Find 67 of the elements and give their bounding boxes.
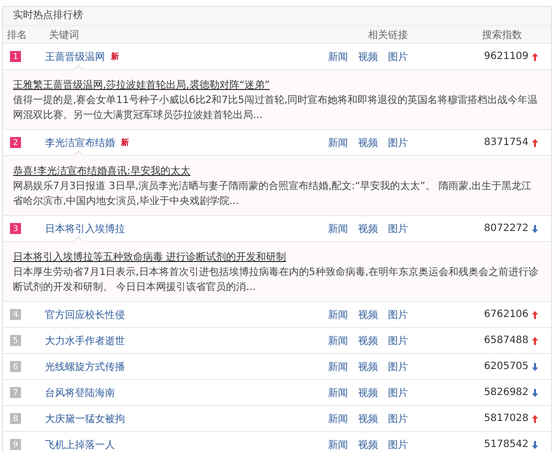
related-link[interactable]: 新闻 — [328, 360, 348, 374]
related-link[interactable]: 图片 — [388, 222, 408, 236]
related-link[interactable]: 新闻 — [328, 438, 348, 452]
keyword-link[interactable]: 日本将引入埃博拉 — [45, 222, 125, 236]
rank-badge: 6 — [10, 361, 21, 372]
new-label: 新 — [111, 51, 119, 62]
panel-title: 实时热点排行榜 — [3, 7, 551, 26]
keyword-link[interactable]: 大力水手作者逝世 — [45, 334, 125, 348]
news-headline-link[interactable]: 日本将引入埃博拉等五种致命病毒 进行诊断试剂的开发和研制 — [13, 250, 541, 265]
keyword-link[interactable]: 王蔷晋级温网 — [45, 50, 105, 64]
news-headline-link[interactable]: 恭喜!李光洁宣布结婚喜讯:早安我的太太 — [13, 164, 541, 179]
rank-badge: 8 — [10, 413, 21, 424]
keyword-link[interactable]: 李光洁宣布结婚 — [45, 136, 115, 150]
news-summary-text: 日本厚生劳动省7月1日表示,日本将首次引进包括埃博拉病毒在内的5种致命病毒,在明年东京奥运会和残奥会之前进行诊断试剂的开发和研制。 今日日本网援引该省官员的消... — [13, 266, 540, 295]
related-link[interactable]: 图片 — [388, 386, 408, 400]
keyword-link[interactable]: 大庆黛一猛女被拘 — [45, 412, 125, 426]
related-link[interactable]: 图片 — [388, 412, 408, 426]
search-index: 9621109 — [484, 51, 529, 62]
search-index: 5178542 — [484, 439, 529, 450]
rank-badge: 9 — [10, 439, 21, 450]
related-link[interactable]: 图片 — [388, 50, 408, 64]
search-index: 8371754 — [484, 137, 529, 148]
keyword-link[interactable]: 台风将登陆海南 — [45, 386, 115, 400]
related-link[interactable]: 视频 — [358, 360, 378, 374]
related-link[interactable]: 新闻 — [328, 222, 348, 236]
related-link[interactable]: 图片 — [388, 438, 408, 452]
related-link[interactable]: 新闻 — [328, 136, 348, 150]
related-link[interactable]: 图片 — [388, 308, 408, 322]
rank-badge: 5 — [10, 335, 21, 346]
keyword-link[interactable]: 官方回应校长性侵 — [45, 308, 125, 322]
news-summary-text: 值得一提的是,赛会女单11号种子小威以6比2和7比5闯过首轮,同时宣布她将和即将退役的英国名将穆雷搭档出战今年温网混双比赛。另一位大满贯冠军球员莎拉波娃首轮出局... — [13, 94, 539, 123]
related-link[interactable]: 视频 — [358, 438, 378, 452]
news-summary-text: 网易娱乐7月3日报道 3日早,演员李光洁晒与妻子隋雨蒙的合照宣布结婚,配文:“早安我的太太”。 隋雨蒙,出生于黑龙江省哈尔滨市,中国内地女演员,毕业于中央戏剧学院... — [13, 180, 533, 209]
column-header: 排名 — [6, 28, 28, 42]
search-index: 5826982 — [484, 387, 529, 398]
search-index: 8072272 — [484, 223, 529, 234]
related-link[interactable]: 新闻 — [328, 308, 348, 322]
related-link[interactable]: 图片 — [388, 136, 408, 150]
column-header: 关键词 — [48, 28, 80, 42]
related-link[interactable]: 视频 — [358, 386, 378, 400]
related-link[interactable]: 视频 — [358, 334, 378, 348]
news-headline-link[interactable]: 王雅繁王蔷晋级温网,莎拉波娃首轮出局,裘德勒对阵“迷弟” — [13, 78, 541, 93]
search-index: 6762106 — [484, 309, 529, 320]
related-link[interactable]: 视频 — [358, 50, 378, 64]
rank-badge: 2 — [10, 137, 21, 148]
related-link[interactable]: 新闻 — [328, 386, 348, 400]
related-link[interactable]: 新闻 — [328, 50, 348, 64]
related-link[interactable]: 新闻 — [328, 334, 348, 348]
search-index: 6205705 — [484, 361, 529, 372]
search-index: 6587488 — [484, 335, 529, 346]
related-link[interactable]: 视频 — [358, 308, 378, 322]
related-link[interactable]: 视频 — [358, 136, 378, 150]
column-header: 搜索指数 — [481, 28, 523, 42]
related-link[interactable]: 图片 — [388, 334, 408, 348]
new-label: 新 — [121, 137, 129, 148]
keyword-link[interactable]: 光线螺旋方式传播 — [45, 360, 125, 374]
rank-badge: 4 — [10, 309, 21, 320]
related-link[interactable]: 新闻 — [328, 412, 348, 426]
keyword-link[interactable]: 飞机上掉落一人 — [45, 438, 115, 452]
related-link[interactable]: 视频 — [358, 412, 378, 426]
column-header: 相关链接 — [367, 28, 409, 42]
rank-badge: 1 — [10, 51, 21, 62]
related-link[interactable]: 视频 — [358, 222, 378, 236]
rank-badge: 7 — [10, 387, 21, 398]
related-link[interactable]: 图片 — [388, 360, 408, 374]
search-index: 5817028 — [484, 413, 529, 424]
rank-badge: 3 — [10, 223, 21, 234]
